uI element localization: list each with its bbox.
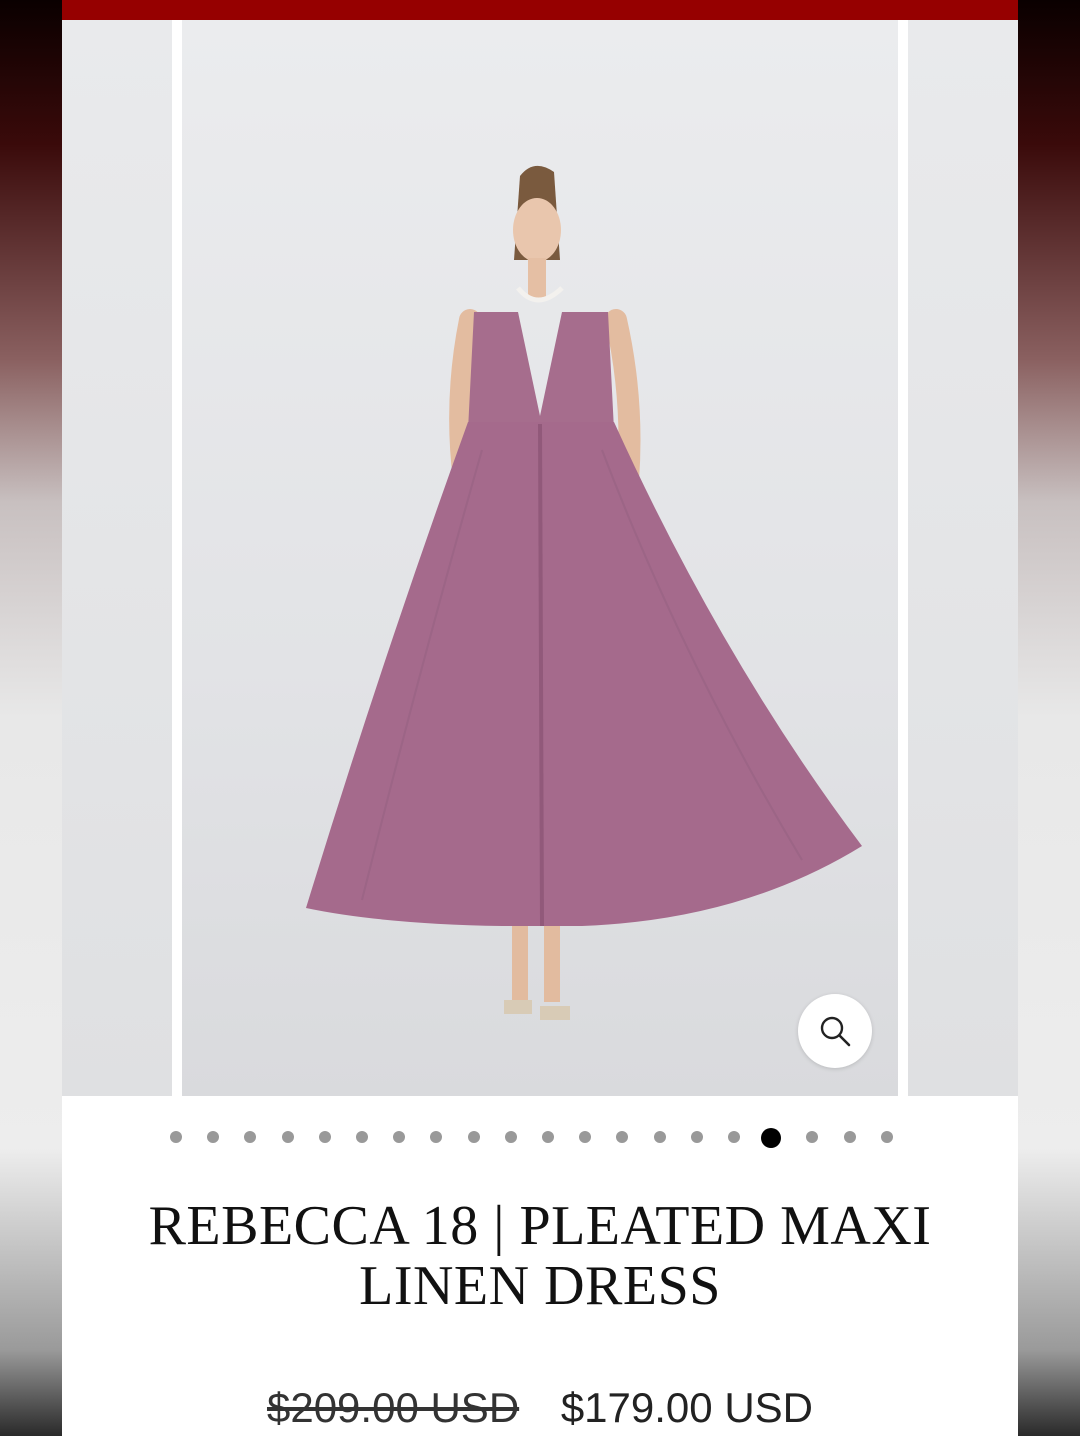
- next-slide-image[interactable]: [908, 20, 1018, 1096]
- previous-slide-image[interactable]: [62, 20, 172, 1096]
- carousel-dot[interactable]: [843, 1131, 856, 1143]
- carousel-dot[interactable]: [616, 1131, 629, 1143]
- carousel-dot[interactable]: [806, 1131, 819, 1143]
- carousel-dot[interactable]: [430, 1131, 443, 1143]
- carousel-dot[interactable]: [467, 1131, 480, 1143]
- carousel-dot[interactable]: [761, 1128, 782, 1148]
- top-accent-bar: [62, 0, 1018, 20]
- carousel-pagination: [62, 1126, 1018, 1148]
- carousel-dot[interactable]: [207, 1131, 220, 1143]
- carousel-dot[interactable]: [653, 1131, 666, 1143]
- model-dress-illustration: [306, 165, 862, 1020]
- carousel-dot[interactable]: [170, 1131, 182, 1143]
- original-price: $209.00 USD: [266, 1384, 520, 1431]
- carousel-dot[interactable]: [542, 1131, 554, 1143]
- right-side-frame: [1018, 0, 1080, 1436]
- sale-price: $179.00 USD: [560, 1384, 813, 1431]
- left-side-frame: [0, 0, 62, 1436]
- product-title-line-2: LINEN DRESS: [359, 1255, 721, 1317]
- zoom-button[interactable]: [798, 994, 872, 1068]
- carousel-dot[interactable]: [690, 1131, 703, 1143]
- carousel-dot[interactable]: [579, 1131, 592, 1143]
- product-image-carousel[interactable]: [62, 20, 1018, 1096]
- current-slide-image[interactable]: [182, 20, 898, 1096]
- carousel-dot[interactable]: [728, 1131, 740, 1143]
- carousel-dot[interactable]: [504, 1131, 517, 1143]
- price-row: $209.00 USD $179.00 USD: [62, 1384, 1018, 1432]
- search-icon: [820, 1016, 851, 1047]
- carousel-dot[interactable]: [393, 1131, 406, 1143]
- carousel-dot[interactable]: [880, 1131, 893, 1143]
- product-title-line-1: REBECCA 18 | PLEATED MAXI: [148, 1195, 932, 1257]
- carousel-dot[interactable]: [318, 1131, 331, 1143]
- carousel-dot[interactable]: [281, 1131, 294, 1143]
- carousel-dot[interactable]: [244, 1131, 257, 1143]
- product-title: REBECCA 18 | PLEATED MAXI LINEN DRESS: [102, 1196, 978, 1316]
- carousel-dot[interactable]: [356, 1131, 368, 1143]
- product-page: REBECCA 18 | PLEATED MAXI LINEN DRESS $2…: [62, 0, 1018, 1436]
